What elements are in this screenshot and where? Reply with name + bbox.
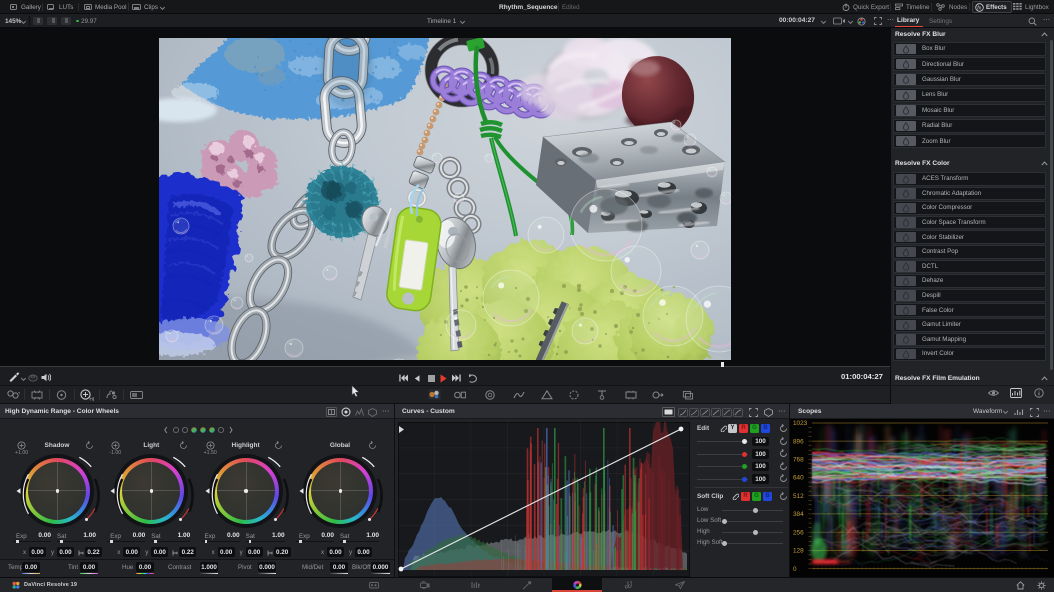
svg-text:fx: fx (977, 5, 981, 11)
svg-text:512: 512 (793, 493, 804, 500)
svg-text:896: 896 (793, 438, 804, 445)
svg-text:HDR: HDR (90, 397, 95, 402)
svg-text:1023: 1023 (793, 420, 808, 427)
svg-text:0: 0 (793, 566, 797, 573)
svg-text:768: 768 (793, 457, 804, 464)
svg-text:128: 128 (793, 548, 804, 555)
svg-text:256: 256 (793, 529, 804, 536)
svg-text:640: 640 (793, 475, 804, 482)
svg-text:384: 384 (793, 511, 804, 518)
